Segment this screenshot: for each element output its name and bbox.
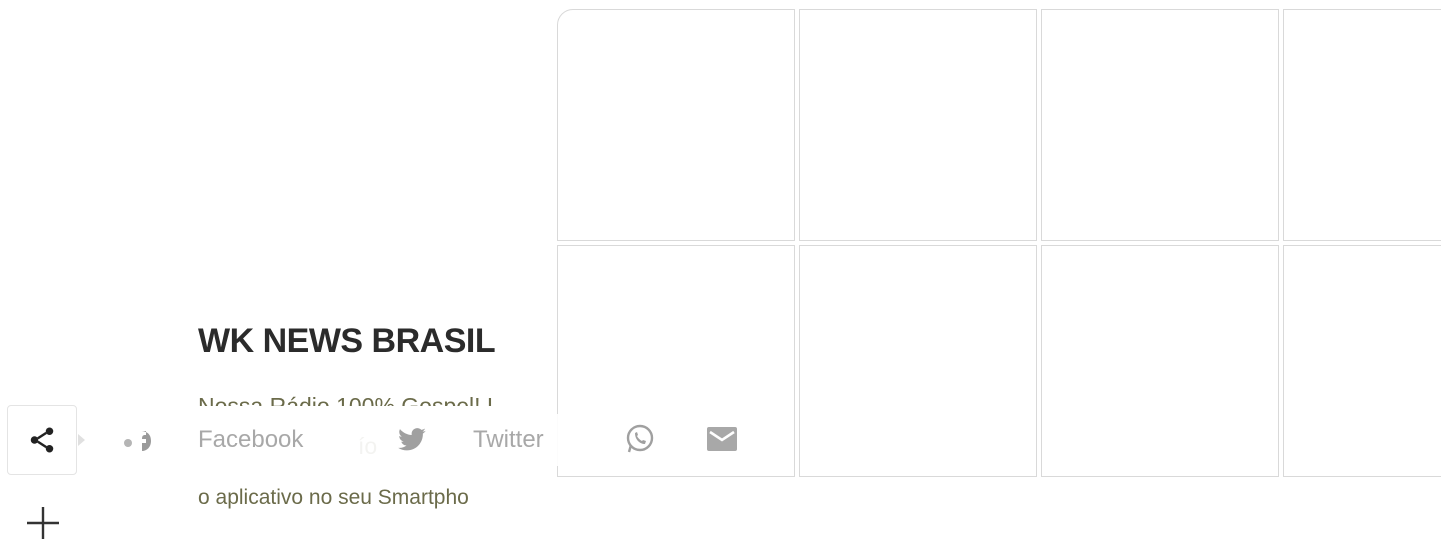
grid-tile[interactable] <box>1041 9 1279 241</box>
tile-grid <box>557 9 1441 477</box>
site-description-line-1: Nossa Rádio 100% Gospel! L <box>198 393 500 406</box>
twitter-share-label: Twitter <box>473 426 544 453</box>
grid-tile[interactable] <box>799 9 1037 241</box>
twitter-share-button[interactable]: Twitter <box>395 414 544 466</box>
share-arrow-indicator <box>78 434 85 446</box>
expand-plus-button[interactable] <box>24 503 62 540</box>
site-title: WK NEWS BRASIL <box>198 322 496 360</box>
email-share-button[interactable] <box>705 424 739 454</box>
grid-tile[interactable] <box>1283 9 1441 241</box>
grid-tile[interactable] <box>1283 245 1441 477</box>
grid-tile[interactable] <box>557 245 795 477</box>
grid-tile[interactable] <box>557 9 795 241</box>
twitter-icon <box>398 428 426 451</box>
grid-tile[interactable] <box>1041 245 1279 477</box>
facebook-icon <box>124 431 151 451</box>
facebook-share-label: Facebook <box>198 426 304 453</box>
grid-tile[interactable] <box>799 245 1037 477</box>
email-icon <box>707 427 737 451</box>
whatsapp-icon <box>626 424 654 453</box>
share-toggle-button[interactable] <box>7 405 77 475</box>
share-icon <box>30 427 54 453</box>
facebook-share-button[interactable]: Facebook <box>118 414 303 466</box>
site-description-line-3: o aplicativo no seu Smartpho <box>198 486 469 509</box>
share-bar: Facebook Twitter <box>110 414 570 466</box>
whatsapp-share-button[interactable] <box>623 422 657 456</box>
page: WK NEWS BRASIL Nossa Rádio 100% Gospel! … <box>0 0 1441 540</box>
plus-icon <box>27 507 59 539</box>
